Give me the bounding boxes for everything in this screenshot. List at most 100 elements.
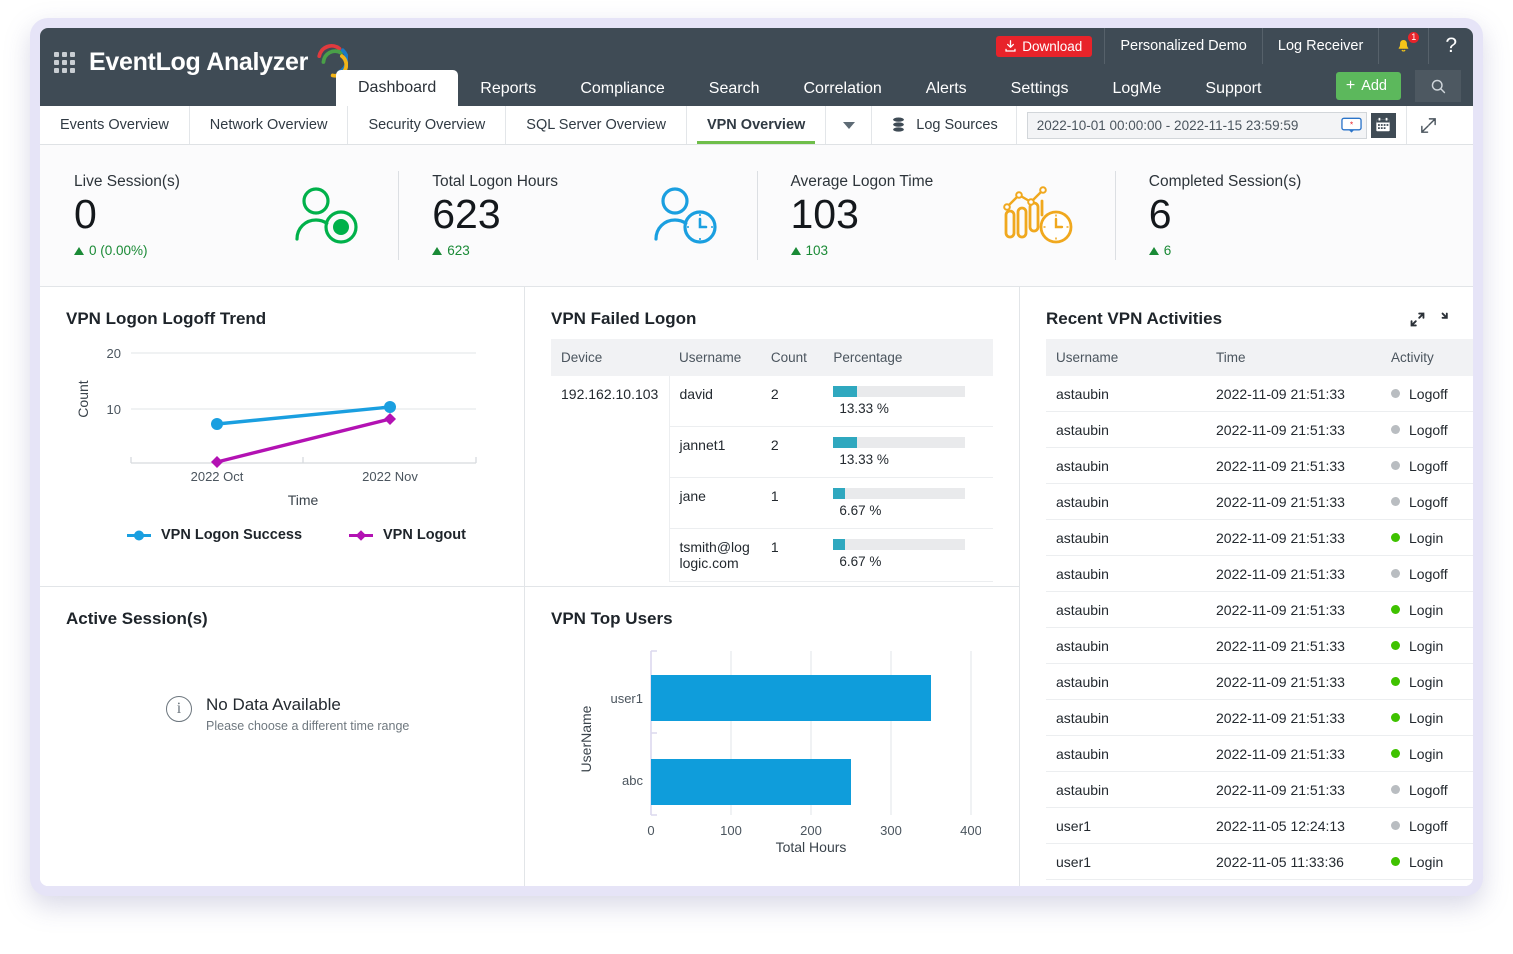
table-row[interactable]: user12022-11-05 03:52:48Login: [1046, 879, 1473, 886]
add-button[interactable]: + Add: [1335, 72, 1401, 100]
brand: EventLog Analyzer: [54, 34, 349, 90]
app-header: Download Personalized Demo Log Receiver …: [40, 28, 1473, 106]
nav-item-logme[interactable]: LogMe: [1090, 72, 1183, 106]
column-header-time[interactable]: Time: [1206, 339, 1381, 376]
notifications-button[interactable]: 1: [1378, 28, 1428, 64]
cell-username: david: [669, 376, 761, 427]
table-row[interactable]: astaubin 2022-11-09 21:51:33 Login: [1046, 591, 1473, 628]
trend-up-icon: [74, 246, 84, 255]
subtab-security-overview[interactable]: Security Overview: [348, 106, 507, 144]
nav-item-support[interactable]: Support: [1183, 72, 1283, 106]
status-dot-logoff: [1391, 785, 1400, 794]
status-dot-login: [1391, 533, 1400, 542]
column-header-activity[interactable]: Activity: [1381, 339, 1473, 376]
panel-active-sessions: Active Session(s) i No Data Available Pl…: [40, 587, 524, 886]
subnav-more-button[interactable]: [826, 106, 873, 144]
subtab-events-overview[interactable]: Events Overview: [40, 106, 190, 144]
cell-username: astaubin: [1046, 591, 1206, 628]
status-dot-login: [1391, 605, 1400, 614]
apps-grid-icon[interactable]: [54, 51, 75, 73]
main-nav: Dashboard Reports Compliance Search Corr…: [336, 64, 1283, 106]
status-dot-logoff: [1391, 821, 1400, 830]
kpi-live-sessions[interactable]: Live Session(s) 0 0 (0.00%): [40, 145, 398, 286]
nav-item-compliance[interactable]: Compliance: [558, 72, 686, 106]
line-chart-logon-logoff-trend[interactable]: 20 10 Count 2022 Oct 2022 Nov Time: [66, 339, 496, 519]
search-button[interactable]: [1415, 70, 1461, 102]
table-row[interactable]: astaubin 2022-11-09 21:51:33 Logoff: [1046, 555, 1473, 592]
cell-username: astaubin: [1046, 447, 1206, 484]
bar-chart-top-users[interactable]: user1 abc UserName 0 100 200 300 400 Tot…: [551, 639, 982, 855]
download-pill[interactable]: Download: [996, 35, 1093, 57]
table-row[interactable]: astaubin 2022-11-09 21:51:33 Logoff: [1046, 376, 1473, 412]
search-icon: [1431, 79, 1445, 93]
nav-item-correlation[interactable]: Correlation: [782, 72, 904, 106]
kpi-delta-text: 0 (0.00%): [89, 243, 148, 259]
log-receiver-link[interactable]: Log Receiver: [1261, 28, 1378, 64]
column-header-percentage[interactable]: Percentage: [823, 339, 993, 376]
subtab-sql-server-overview[interactable]: SQL Server Overview: [506, 106, 687, 144]
cell-username: jane: [669, 477, 761, 529]
legend-item-logout[interactable]: VPN Logout: [348, 527, 466, 543]
add-label: Add: [1361, 78, 1387, 94]
shrink-icon[interactable]: [1440, 311, 1457, 328]
date-range-input[interactable]: 2022-10-01 00:00:00 - 2022-11-15 23:59:5…: [1026, 111, 1367, 139]
cell-username: astaubin: [1046, 771, 1206, 808]
user-clock-icon: [653, 186, 717, 244]
series-logout-point: [384, 413, 396, 425]
table-row[interactable]: user1 2022-11-05 12:24:13 Logoff: [1046, 807, 1473, 844]
subtab-label: SQL Server Overview: [526, 117, 666, 133]
kpi-delta-text: 103: [805, 243, 829, 259]
nav-item-settings[interactable]: Settings: [989, 72, 1091, 106]
nav-item-reports[interactable]: Reports: [458, 72, 558, 106]
table-row[interactable]: user1 2022-11-05 11:33:36 Login: [1046, 843, 1473, 880]
subtab-network-overview[interactable]: Network Overview: [190, 106, 349, 144]
cell-time: 2022-11-05 12:24:13: [1206, 807, 1381, 844]
kpi-average-logon-time[interactable]: Average Logon Time 103 103: [756, 145, 1115, 286]
nav-item-dashboard[interactable]: Dashboard: [336, 70, 459, 106]
bar-abc[interactable]: [651, 759, 851, 805]
kpi-total-logon-hours[interactable]: Total Logon Hours 623 623: [398, 145, 756, 286]
date-preset-icon[interactable]: *: [1340, 116, 1362, 134]
table-row[interactable]: astaubin 2022-11-09 21:51:33 Logoff: [1046, 771, 1473, 808]
bar-user1[interactable]: [651, 675, 931, 721]
percentage-bar-track: [833, 539, 966, 550]
table-row[interactable]: 192.162.10.103 david 2 13.33 %: [551, 376, 993, 582]
nav-item-alerts[interactable]: Alerts: [904, 72, 989, 106]
expand-icon[interactable]: [1409, 311, 1426, 328]
cell-count: 2: [760, 376, 824, 427]
download-button[interactable]: Download: [984, 28, 1104, 64]
help-button[interactable]: ?: [1428, 28, 1473, 64]
table-row[interactable]: astaubin 2022-11-09 21:51:33 Login: [1046, 663, 1473, 700]
calendar-button[interactable]: [1370, 112, 1396, 138]
cell-time: 2022-11-09 21:51:33: [1206, 447, 1381, 484]
nav-item-search[interactable]: Search: [687, 72, 782, 106]
table-row[interactable]: astaubin 2022-11-09 21:51:33 Login: [1046, 519, 1473, 556]
x-tick-0: 0: [647, 823, 654, 838]
kpi-completed-sessions[interactable]: Completed Session(s) 6 6: [1114, 145, 1473, 286]
table-header-row: Device Username Count Percentage: [551, 339, 993, 376]
kpi-row: Live Session(s) 0 0 (0.00%) Total Logon …: [40, 145, 1473, 287]
legend-item-logon-success[interactable]: VPN Logon Success: [126, 527, 302, 543]
personalized-demo-link[interactable]: Personalized Demo: [1104, 28, 1262, 64]
column-header-count[interactable]: Count: [760, 339, 824, 376]
table-row[interactable]: astaubin 2022-11-09 21:51:33 Login: [1046, 627, 1473, 664]
table-row[interactable]: astaubin 2022-11-09 21:51:33 Logoff: [1046, 447, 1473, 484]
status-dot-login: [1391, 749, 1400, 758]
table-row[interactable]: astaubin 2022-11-09 21:51:33 Login: [1046, 699, 1473, 736]
column-header-device[interactable]: Device: [551, 339, 669, 376]
kpi-delta: 0 (0.00%): [74, 243, 180, 258]
log-sources-button[interactable]: Log Sources: [872, 106, 1017, 144]
cell-activity: Login: [1381, 663, 1473, 700]
table-row[interactable]: astaubin 2022-11-09 21:51:33 Logoff: [1046, 483, 1473, 520]
activity-label: Login: [1409, 745, 1444, 762]
column-header-username[interactable]: Username: [1046, 339, 1206, 376]
fullscreen-button[interactable]: [1407, 106, 1451, 144]
table-row[interactable]: astaubin 2022-11-09 21:51:33 Logoff: [1046, 411, 1473, 448]
subtab-vpn-overview[interactable]: VPN Overview: [687, 106, 827, 144]
table-row[interactable]: astaubin 2022-11-09 21:51:33 Login: [1046, 735, 1473, 772]
column-header-username[interactable]: Username: [669, 339, 761, 376]
status-dot-logoff: [1391, 389, 1400, 398]
cell-time: 2022-11-09 21:51:33: [1206, 663, 1381, 700]
recent-activities-table: Username Time Activity astaubin 2022-11-0…: [1046, 339, 1473, 886]
expand-icon: [1421, 117, 1437, 133]
